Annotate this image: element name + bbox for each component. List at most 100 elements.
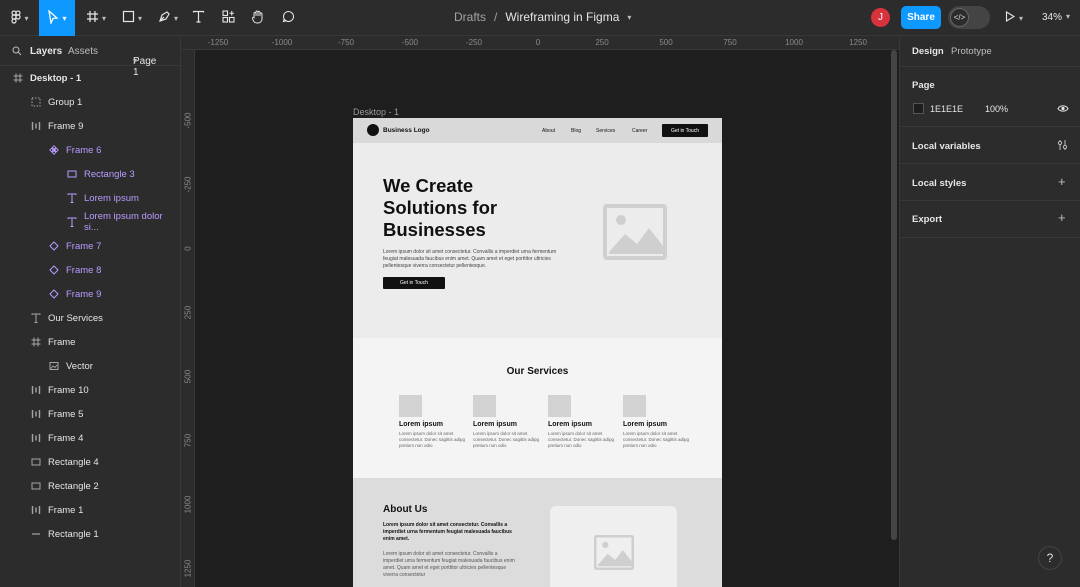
file-name[interactable]: Wireframing in Figma bbox=[505, 10, 619, 24]
comment-tool-button[interactable] bbox=[278, 0, 298, 36]
layer-item[interactable]: Frame 8 bbox=[0, 258, 180, 282]
layer-item[interactable]: Rectangle 3 bbox=[0, 162, 180, 186]
layer-label: Lorem ipsum dolor si... bbox=[83, 211, 163, 233]
about-title: About Us bbox=[383, 504, 428, 515]
layer-label: Rectangle 3 bbox=[84, 168, 135, 180]
layer-label: Rectangle 2 bbox=[48, 480, 99, 492]
breadcrumb-separator: / bbox=[494, 10, 498, 24]
service-card: Lorem ipsum Lorem ipsum dolor sit amet c… bbox=[473, 395, 543, 449]
chevron-down-icon[interactable]: ▾ bbox=[627, 13, 631, 22]
ruler-tick: 250 bbox=[183, 305, 193, 320]
rectangle-icon bbox=[122, 10, 135, 26]
add-style-plus-icon[interactable]: + bbox=[1058, 175, 1066, 188]
hand-tool-button[interactable] bbox=[247, 0, 267, 36]
search-icon[interactable] bbox=[12, 46, 22, 59]
hero-section[interactable]: We Create Solutions for Businesses Lorem… bbox=[353, 143, 722, 338]
service-card: Lorem ipsum Lorem ipsum dolor sit amet c… bbox=[548, 395, 618, 449]
ruler-tick: 1250 bbox=[849, 38, 867, 47]
canvas[interactable]: Desktop - 1 Business Logo About Blog Ser… bbox=[195, 50, 899, 587]
layer-item[interactable]: Rectangle 4 bbox=[0, 450, 180, 474]
ruler-tick: -750 bbox=[337, 38, 355, 47]
frame-label[interactable]: Desktop - 1 bbox=[353, 107, 399, 117]
export-section[interactable]: Export + bbox=[900, 201, 1080, 238]
breadcrumb-drafts[interactable]: Drafts bbox=[454, 10, 486, 24]
tab-design[interactable]: Design bbox=[912, 46, 944, 57]
frame-icon bbox=[86, 10, 99, 26]
resources-button[interactable] bbox=[218, 0, 238, 36]
desktop-frame[interactable]: Business Logo About Blog Services Career… bbox=[353, 118, 722, 587]
image-placeholder-icon bbox=[603, 204, 667, 260]
ruler-tick: -1000 bbox=[271, 38, 293, 47]
page-opacity-value[interactable]: 100% bbox=[985, 104, 1008, 114]
local-styles-section[interactable]: Local styles + bbox=[900, 164, 1080, 201]
layer-item[interactable]: Our Services bbox=[0, 306, 180, 330]
hero-cta-button: Get in Touch bbox=[383, 277, 445, 289]
main-menu-button[interactable]: ▾ bbox=[6, 0, 34, 36]
about-section[interactable]: About Us Lorem ipsum dolor sit amet cons… bbox=[353, 478, 722, 587]
layer-item[interactable]: Vector bbox=[0, 354, 180, 378]
group-icon bbox=[30, 96, 42, 108]
ruler-tick: -500 bbox=[401, 38, 419, 47]
layer-label: Frame 6 bbox=[66, 144, 102, 156]
page-color-swatch[interactable] bbox=[913, 103, 924, 114]
local-variables-section[interactable]: Local variables bbox=[900, 127, 1080, 164]
canvas-scrollbar[interactable] bbox=[891, 50, 897, 540]
layer-label: Vector bbox=[66, 360, 93, 372]
about-image bbox=[550, 506, 677, 587]
move-tool-button[interactable]: ▾ bbox=[39, 0, 75, 36]
tab-assets[interactable]: Assets bbox=[68, 46, 98, 57]
service-desc: Lorem ipsum dolor sit amet consectetur. … bbox=[623, 431, 690, 448]
text-icon bbox=[66, 192, 78, 204]
play-icon bbox=[1005, 11, 1016, 25]
layer-item[interactable]: Desktop - 1 bbox=[0, 66, 180, 90]
frame-tool-button[interactable]: ▾ bbox=[81, 0, 111, 36]
nav-link-about: About bbox=[542, 128, 556, 134]
text-tool-button[interactable] bbox=[188, 0, 208, 36]
dev-mode-toggle[interactable]: </> bbox=[948, 6, 990, 29]
shape-tool-button[interactable]: ▾ bbox=[117, 0, 147, 36]
horizontal-ruler: -1250 -1000 -750 -500 -250 0 250 500 750 1000 1250 bbox=[181, 36, 899, 50]
present-button[interactable]: ▾ bbox=[1005, 11, 1023, 25]
services-section[interactable]: Our Services Lorem ipsum Lorem ipsum dol… bbox=[353, 338, 722, 478]
layer-item[interactable]: Frame 9 bbox=[0, 114, 180, 138]
layer-item[interactable]: Rectangle 2 bbox=[0, 474, 180, 498]
layer-item[interactable]: Group 1 bbox=[0, 90, 180, 114]
right-panel-tabs: Design Prototype bbox=[900, 36, 1080, 67]
tab-prototype[interactable]: Prototype bbox=[951, 46, 992, 57]
layer-item[interactable]: Frame 1 bbox=[0, 498, 180, 522]
nav-link-blog: Blog bbox=[571, 128, 582, 134]
local-variables-label: Local variables bbox=[912, 141, 981, 152]
layer-item[interactable]: Frame 7 bbox=[0, 234, 180, 258]
layer-item[interactable]: Frame 5 bbox=[0, 402, 180, 426]
pen-tool-button[interactable]: ▾ bbox=[153, 0, 183, 36]
service-desc: Lorem ipsum dolor sit amet consectetur. … bbox=[473, 431, 540, 448]
nav-link-career: Career bbox=[632, 128, 648, 134]
chevron-down-icon: ▾ bbox=[101, 13, 106, 23]
rectangle-icon bbox=[30, 456, 42, 468]
zoom-level: 34% bbox=[1042, 12, 1063, 23]
variables-settings-icon[interactable] bbox=[1057, 139, 1068, 154]
website-nav[interactable]: Business Logo About Blog Services Career… bbox=[353, 118, 722, 143]
eye-icon[interactable] bbox=[1057, 104, 1069, 116]
layer-item[interactable]: Rectangle 1 bbox=[0, 522, 180, 546]
layer-label: Frame 10 bbox=[48, 384, 89, 396]
layer-item[interactable]: Frame 10 bbox=[0, 378, 180, 402]
tab-layers[interactable]: Layers bbox=[30, 46, 62, 57]
layer-item[interactable]: Frame 4 bbox=[0, 426, 180, 450]
layer-item[interactable]: Frame 9 bbox=[0, 282, 180, 306]
add-export-plus-icon[interactable]: + bbox=[1058, 211, 1066, 224]
layer-item[interactable]: Frame 6 bbox=[0, 138, 180, 162]
share-button[interactable]: Share bbox=[901, 6, 941, 29]
zoom-dropdown[interactable]: 34% ▾ bbox=[1042, 12, 1070, 23]
hero-title: We Create Solutions for Businesses bbox=[383, 175, 533, 241]
avatar[interactable]: J bbox=[871, 8, 890, 27]
cursor-icon bbox=[47, 8, 60, 27]
layer-item[interactable]: Frame bbox=[0, 330, 180, 354]
service-title: Lorem ipsum bbox=[399, 421, 443, 428]
layer-item[interactable]: Lorem ipsum dolor si... bbox=[0, 210, 180, 234]
page-color-value[interactable]: 1E1E1E bbox=[930, 104, 963, 114]
layer-item[interactable]: Lorem ipsum bbox=[0, 186, 180, 210]
layer-label: Frame 9 bbox=[66, 288, 102, 300]
auto-layout-icon bbox=[30, 120, 42, 132]
help-button[interactable]: ? bbox=[1038, 546, 1062, 570]
